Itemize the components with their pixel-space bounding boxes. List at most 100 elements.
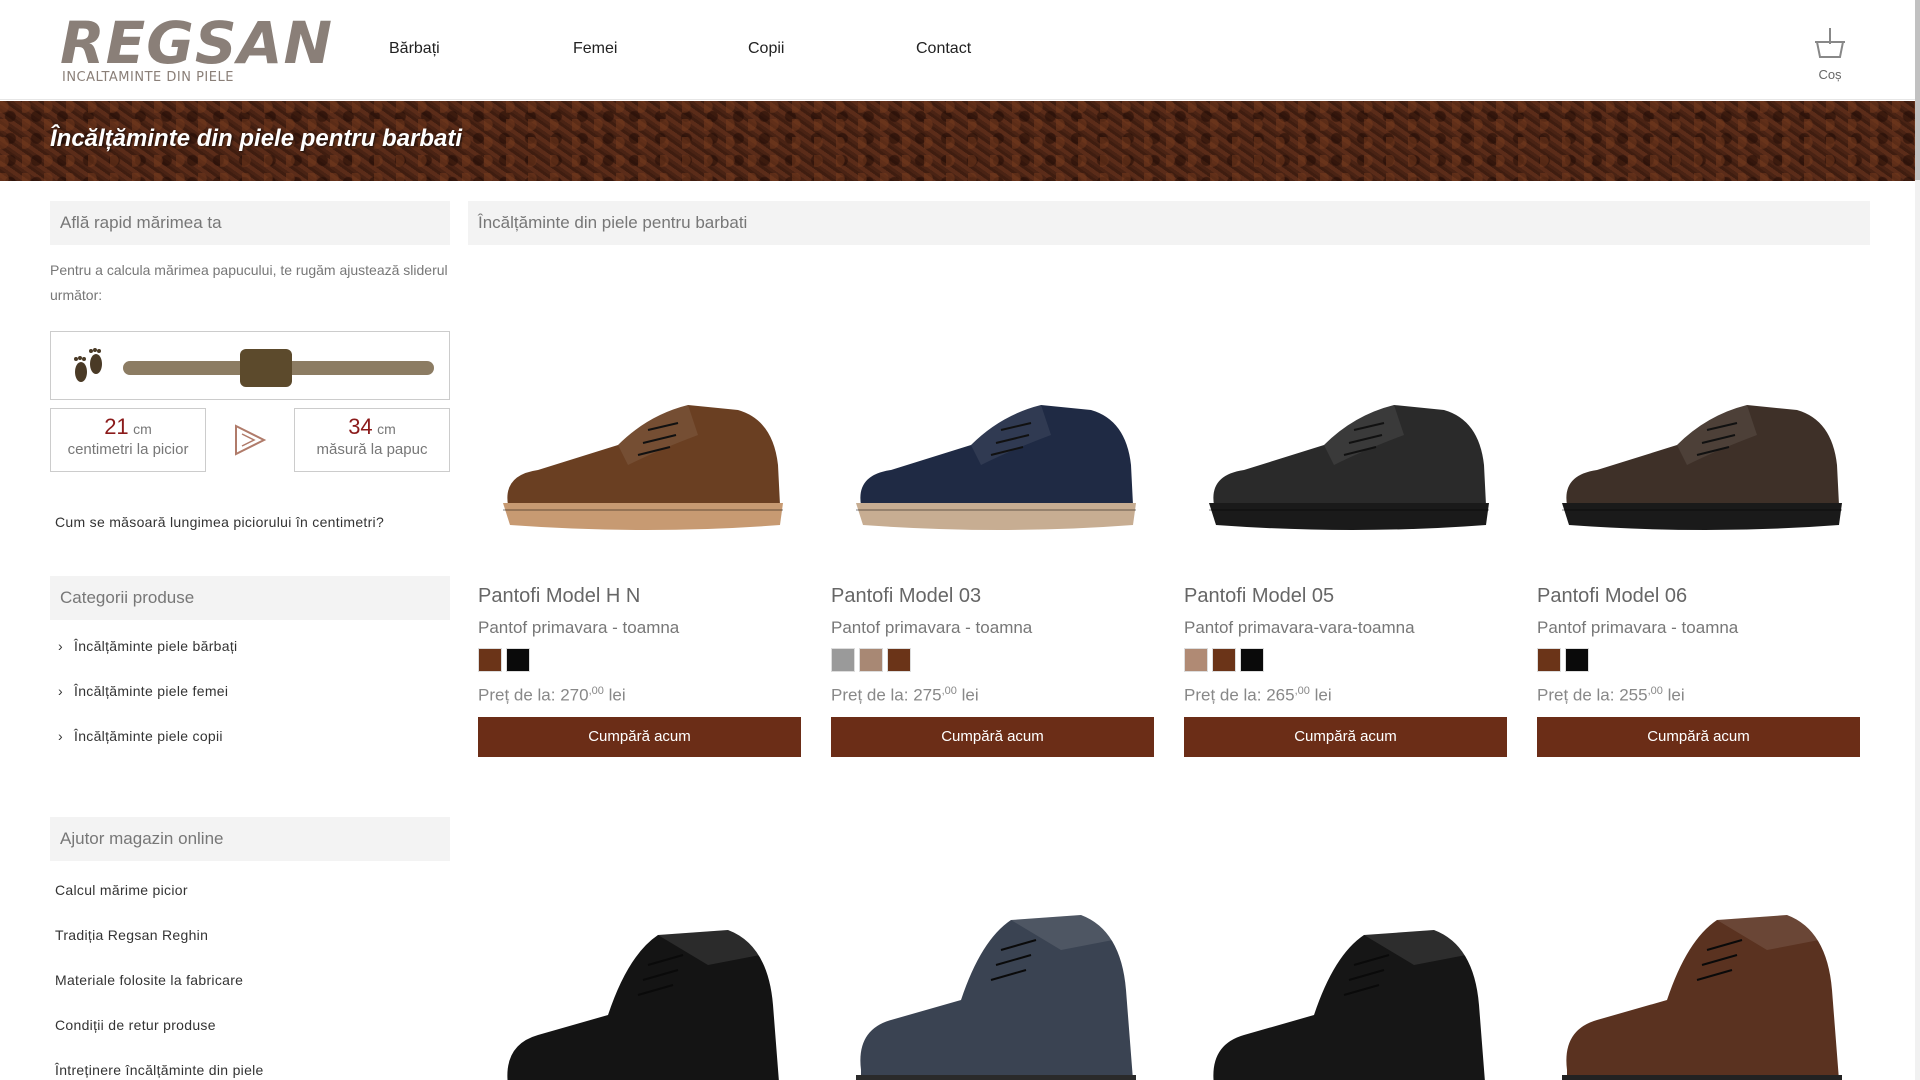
product-description: Pantof primavara - toamna — [1537, 618, 1739, 637]
product-description: Pantof primavara - toamna — [831, 618, 1033, 637]
cart-label: Coș — [1818, 67, 1842, 82]
nav-contact[interactable]: Contact — [916, 40, 971, 58]
help-link-calcul[interactable]: Calcul mărime picior — [55, 882, 188, 898]
shoe-size-caption: măsură la papuc — [316, 441, 428, 458]
chevron-right-icon: › — [58, 638, 63, 654]
color-swatch[interactable] — [1565, 648, 1589, 672]
product-card: Pantofi Model 05 Pantof primavara-vara-to… — [1184, 315, 1507, 757]
product-price: Preț de la: 255,00 lei — [1537, 685, 1860, 706]
color-swatch[interactable] — [1240, 648, 1264, 672]
buy-now-button[interactable]: Cumpără acum — [1537, 716, 1860, 757]
product-image[interactable] — [1537, 870, 1860, 1080]
product-card: Pantofi Model 03 Pantof primavara - toamn… — [831, 315, 1154, 757]
product-name[interactable]: Pantofi Model 03 — [831, 585, 1154, 608]
color-swatches — [478, 648, 801, 672]
price-decimals: ,00 — [1647, 685, 1663, 697]
product-image[interactable] — [478, 315, 801, 585]
color-swatch[interactable] — [831, 648, 855, 672]
site-header: REGSAN INCALTAMINTE DIN PIELE Bărbați Fe… — [0, 0, 1915, 100]
foot-length-caption: centimetri la picior — [67, 441, 189, 458]
price-prefix: Preț de la: — [1184, 685, 1267, 705]
color-swatch[interactable] — [1537, 648, 1561, 672]
chevron-right-icon: › — [58, 728, 63, 744]
logo-wordmark: REGSAN — [60, 9, 334, 77]
color-swatches — [831, 648, 1154, 672]
nav-copii[interactable]: Copii — [748, 40, 784, 58]
chevron-right-icon: › — [58, 683, 63, 699]
buy-now-button[interactable]: Cumpără acum — [478, 716, 801, 757]
size-widget-text: Pentru a calcula mărimea papucului, te r… — [50, 262, 448, 303]
color-swatch[interactable] — [478, 648, 502, 672]
arrow-right-icon — [235, 424, 267, 456]
product-image[interactable] — [478, 870, 801, 1080]
price-currency: lei — [1309, 685, 1332, 705]
color-swatch[interactable] — [1212, 648, 1236, 672]
price-currency: lei — [956, 685, 979, 705]
price-currency: lei — [603, 685, 626, 705]
product-card: Pantofi Model H N Pantof primavara - toam… — [478, 315, 801, 757]
product-image[interactable] — [1537, 315, 1860, 585]
price-prefix: Preț de la: — [1537, 685, 1620, 705]
size-slider — [50, 331, 450, 400]
page-banner: Încălțăminte din piele pentru barbati — [0, 101, 1915, 181]
price-decimals: ,00 — [1294, 685, 1310, 697]
help-link-materiale[interactable]: Materiale folosite la fabricare — [55, 972, 243, 988]
product-name[interactable]: Pantofi Model 06 — [1537, 585, 1860, 608]
shoe-size-value: 34 — [348, 414, 373, 439]
price-value: 270 — [560, 685, 589, 705]
category-label: Încălțăminte piele bărbați — [74, 638, 238, 654]
nav-femei[interactable]: Femei — [573, 40, 617, 58]
logo[interactable]: REGSAN INCALTAMINTE DIN PIELE — [60, 12, 333, 85]
banner-title: Încălțăminte din piele pentru barbati — [50, 125, 463, 152]
price-value: 265 — [1266, 685, 1295, 705]
foot-length-box: 21 cm centimetri la picior — [50, 408, 206, 472]
color-swatches — [1184, 648, 1507, 672]
foot-length-unit: cm — [133, 421, 152, 437]
category-label: Încălțăminte piele femei — [74, 683, 229, 699]
price-value: 275 — [913, 685, 942, 705]
slider-handle[interactable] — [239, 349, 292, 387]
product-price: Preț de la: 265,00 lei — [1184, 685, 1507, 706]
product-image[interactable] — [1184, 315, 1507, 585]
category-barbati[interactable]: › Încălțăminte piele bărbați — [58, 638, 237, 654]
product-description: Pantof primavara - toamna — [478, 618, 680, 637]
cart-button[interactable]: Coș — [1808, 26, 1852, 82]
price-prefix: Preț de la: — [831, 685, 914, 705]
product-name[interactable]: Pantofi Model 05 — [1184, 585, 1507, 608]
product-price: Preț de la: 275,00 lei — [831, 685, 1154, 706]
shoe-size-unit: cm — [377, 421, 396, 437]
product-image[interactable] — [831, 870, 1154, 1080]
help-title: Ajutor magazin online — [50, 817, 450, 861]
color-swatch[interactable] — [859, 648, 883, 672]
category-femei[interactable]: › Încălțăminte piele femei — [58, 683, 228, 699]
product-card: Pantofi Model 06 Pantof primavara - toamn… — [1537, 315, 1860, 757]
price-prefix: Preț de la: — [478, 685, 561, 705]
help-link-retur[interactable]: Condiții de retur produse — [55, 1017, 216, 1033]
product-price: Preț de la: 270,00 lei — [478, 685, 801, 706]
foot-length-value: 21 — [104, 414, 129, 439]
price-decimals: ,00 — [941, 685, 957, 697]
nav-barbati[interactable]: Bărbați — [389, 40, 440, 58]
price-currency: lei — [1662, 685, 1685, 705]
product-image[interactable] — [1184, 870, 1507, 1080]
price-decimals: ,00 — [588, 685, 604, 697]
measure-help-link[interactable]: Cum se măsoară lungimea piciorului în ce… — [55, 514, 384, 530]
category-copii[interactable]: › Încălțăminte piele copii — [58, 728, 223, 744]
category-label: Încălțăminte piele copii — [74, 728, 223, 744]
page-scrollbar[interactable] — [1915, 0, 1920, 1080]
color-swatch[interactable] — [506, 648, 530, 672]
buy-now-button[interactable]: Cumpără acum — [831, 716, 1154, 757]
size-widget-title: Află rapid mărimea ta — [50, 201, 450, 245]
buy-now-button[interactable]: Cumpără acum — [1184, 716, 1507, 757]
help-link-traditia[interactable]: Tradiția Regsan Reghin — [55, 927, 208, 943]
product-description: Pantof primavara-vara-toamna — [1184, 618, 1415, 637]
color-swatches — [1537, 648, 1860, 672]
product-name[interactable]: Pantofi Model H N — [478, 585, 801, 608]
product-image[interactable] — [831, 315, 1154, 585]
feet-icon — [74, 348, 102, 382]
color-swatch[interactable] — [887, 648, 911, 672]
help-link-intretinere[interactable]: Întreținere încălțăminte din piele — [55, 1062, 264, 1078]
scrollbar-thumb[interactable] — [1915, 0, 1920, 180]
color-swatch[interactable] — [1184, 648, 1208, 672]
basket-icon — [1815, 28, 1845, 58]
